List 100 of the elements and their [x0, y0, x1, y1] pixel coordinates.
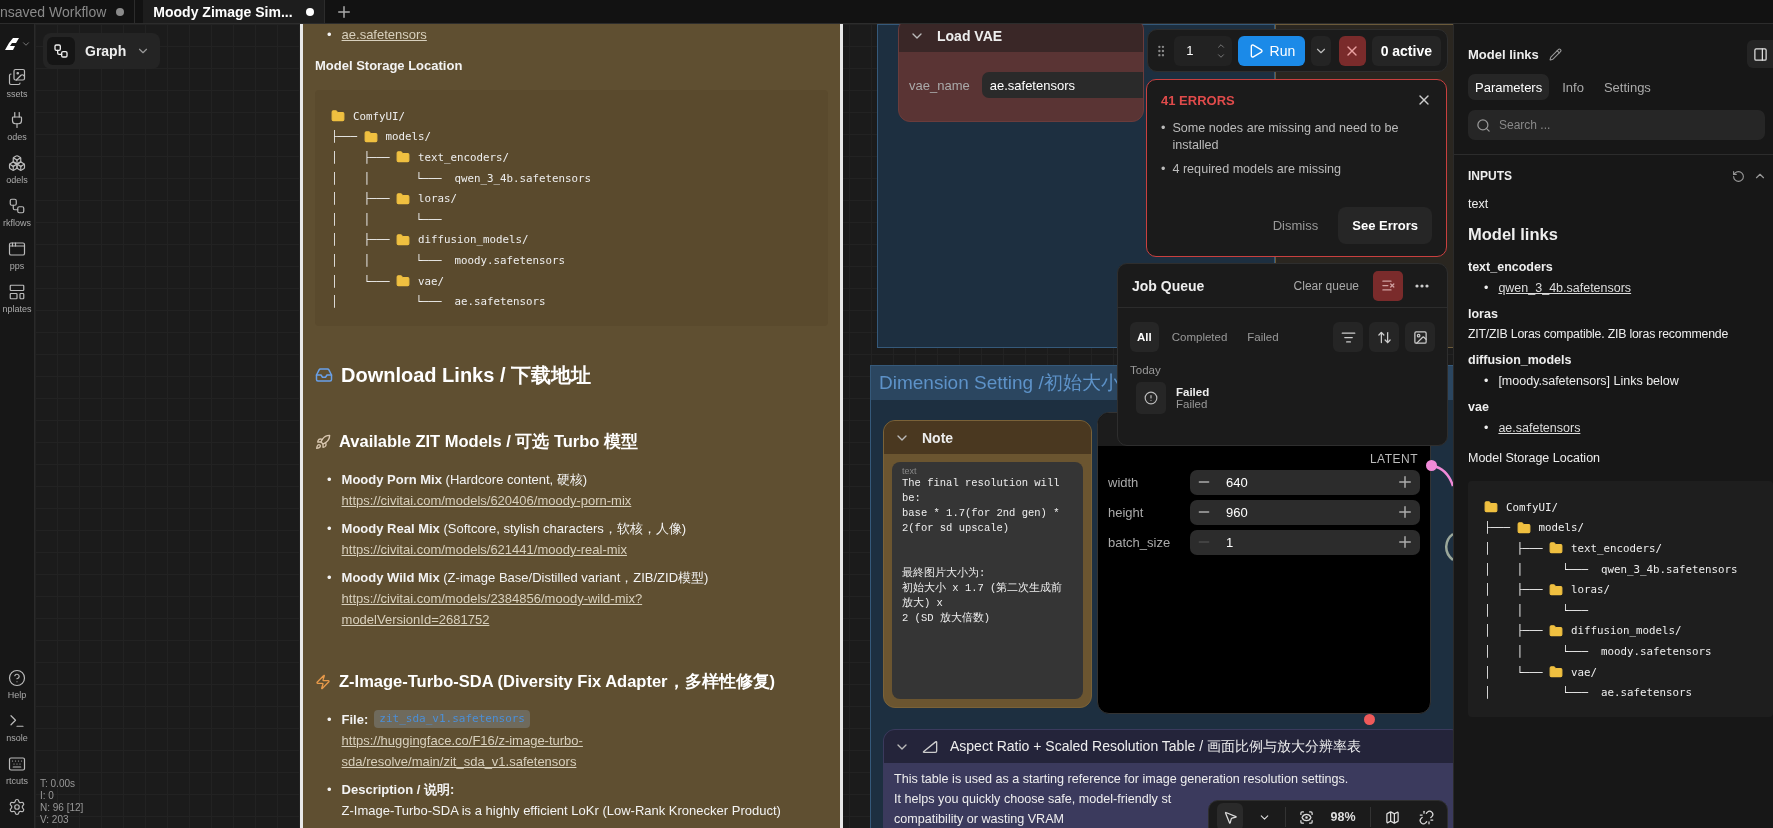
logo-icon[interactable] — [3, 36, 19, 52]
node-title: Load VAE — [937, 27, 1003, 44]
doc-subheading: vae — [1468, 400, 1489, 414]
file-link[interactable]: ae.safetensors — [341, 24, 427, 45]
keyboard-icon — [8, 755, 26, 773]
reset-icon[interactable] — [1732, 169, 1745, 183]
filter-tab[interactable]: All — [1130, 322, 1159, 352]
tree-branch: ├─── — [331, 130, 358, 144]
caret-icon[interactable] — [21, 39, 31, 49]
sidebar-item[interactable]: odels — [0, 148, 35, 191]
inbox-icon — [315, 366, 333, 385]
sidebar-item[interactable]: rkflows — [0, 191, 35, 234]
plus-icon[interactable] — [1396, 473, 1414, 491]
sidebar-item[interactable]: pps — [0, 234, 35, 277]
sidebar-item[interactable]: nsole — [0, 706, 35, 749]
plus-icon[interactable] — [1396, 503, 1414, 521]
file-name: ae.safetensors — [454, 295, 546, 309]
sidebar-item[interactable]: rtcuts — [0, 749, 35, 792]
folder-icon — [1484, 500, 1498, 515]
graph-view-button[interactable]: Graph — [43, 33, 161, 69]
combo-field[interactable]: ae.safetensors — [981, 72, 1143, 98]
download-link[interactable]: https://huggingface.co/F16/z-image-turbo-sda/resolve/main/zit_sda_v1.safetensors — [341, 729, 742, 772]
folder-icon — [1516, 520, 1531, 535]
panel-tab[interactable]: Info — [1555, 74, 1591, 100]
error-title: 41 ERRORS — [1161, 92, 1235, 108]
search-field[interactable]: Search ... — [1468, 110, 1765, 140]
download-link[interactable]: https://civitai.com/models/2384856/moody-wild-mix?modelVersionId=2681752 — [341, 587, 742, 630]
help-icon — [8, 669, 26, 687]
input-slot-dot[interactable] — [1364, 714, 1375, 725]
filter-tab[interactable]: Failed — [1240, 322, 1286, 352]
filter-tab[interactable]: Completed — [1164, 322, 1235, 352]
select-tool-button[interactable] — [1217, 803, 1243, 828]
clear-list-button[interactable] — [1373, 270, 1403, 301]
folder-name: text_encoders/ — [418, 151, 510, 164]
file-link[interactable]: ae.safetensors — [1498, 420, 1581, 437]
list-x-icon — [1380, 278, 1396, 293]
note-node[interactable]: Note text The final resolution will be: base * 1.7(for 2nd gen) * 2(for sd upscale) 最終图片大小为: 初始大小 x 1.7 (第二次生成前放大) x 2 (SD 放大倍数) — [883, 420, 1092, 708]
bullet: • — [1484, 373, 1489, 390]
doc-heading: Model links — [1468, 225, 1558, 244]
download-link[interactable]: https://civitai.com/models/621441/moody-real-mix — [341, 538, 627, 560]
alert-icon — [1136, 382, 1166, 414]
dismiss-button[interactable]: Dismiss — [1266, 217, 1325, 234]
tree-branch: ├─── — [1484, 521, 1511, 535]
stat-line: T: 0.00s — [40, 778, 76, 790]
image-button[interactable] — [1405, 322, 1435, 352]
run-options-button[interactable] — [1311, 35, 1331, 66]
file-link[interactable]: qwen_3_4b.safetensors — [1498, 280, 1632, 297]
file-name: qwen_3_4b.safetensors — [454, 171, 592, 185]
settings-icon — [8, 798, 26, 816]
number-field[interactable]: 640 — [1190, 469, 1420, 495]
number-field[interactable]: 1 — [1190, 529, 1420, 555]
doc-subheading: diffusion_models — [1468, 353, 1572, 367]
active-jobs-button[interactable]: 0 active — [1371, 35, 1441, 66]
tree-branch: │ └─── — [331, 295, 443, 309]
load-vae-node[interactable]: Load VAE vae_name ae.safetensors — [898, 24, 1144, 122]
workflow-tab[interactable]: nsaved Workflow — [0, 0, 136, 23]
job-status: Failed — [1176, 398, 1208, 410]
note-text-field[interactable]: text The final resolution will be: base * 1.7(for 2nd gen) * 2(for sd upscale) 最終图片大小为: 初始大小 x 1.7 (第二次生成前放大) x 2 (SD 放大倍数) — [892, 462, 1083, 699]
zoom-button[interactable]: 98% — [1327, 803, 1363, 828]
sidebar-item[interactable]: odes — [0, 105, 35, 148]
model-description: Moody Real Mix (Softcore, stylish characters，软核，人像) — [341, 519, 687, 538]
run-button[interactable]: Run — [1237, 35, 1306, 66]
field-label: text — [1468, 197, 1489, 211]
cancel-button[interactable] — [1338, 35, 1366, 66]
doc-text: [moody.safetensors] Links below — [1498, 373, 1679, 390]
sidebar-item[interactable]: nplates — [0, 277, 35, 320]
terminal-icon — [8, 712, 26, 730]
pointer-icon — [1222, 809, 1238, 825]
file-name: moody.safetensors — [1601, 644, 1712, 658]
images-icon — [8, 68, 26, 86]
sidebar-item[interactable]: Help — [0, 663, 35, 706]
folder-icon — [396, 274, 410, 289]
job-title[interactable]: Failed — [1176, 386, 1210, 398]
output-label: LATENT — [1369, 452, 1418, 466]
number-field[interactable]: 960 — [1190, 499, 1420, 525]
folder-icon — [1549, 623, 1563, 638]
sidebar-item[interactable]: ssets — [0, 62, 35, 105]
panel-tab[interactable]: Parameters — [1468, 74, 1550, 100]
see-errors-button[interactable]: See Errors — [1338, 207, 1432, 244]
edit-icon[interactable] — [1548, 47, 1562, 61]
tree-branch: │ │ └─── — [331, 212, 442, 226]
section-heading: Z-Image-Turbo-SDA (Diversity Fix Adapter，多样性修复) — [339, 670, 775, 692]
bullet: • — [327, 710, 332, 729]
folder-name: text_encoders/ — [1571, 542, 1663, 555]
download-link[interactable]: https://civitai.com/models/620406/moody-porn-mix — [341, 489, 632, 511]
filter-button[interactable] — [1333, 322, 1363, 352]
output-slot-dot[interactable] — [1426, 460, 1437, 471]
workflow-tab[interactable]: Moody Zimage Sim... — [143, 0, 326, 23]
doc-subheading: loras — [1468, 307, 1498, 321]
tree-branch: │ └─── — [1484, 686, 1589, 700]
plus-icon[interactable] — [1396, 533, 1414, 551]
panel-toggle-button[interactable] — [1747, 40, 1773, 68]
panel-tab[interactable]: Settings — [1596, 74, 1658, 100]
clear-queue-button[interactable]: Clear queue — [1287, 277, 1365, 294]
sort-button[interactable] — [1369, 322, 1399, 352]
section-heading: Download Links / 下载地址 — [341, 362, 591, 388]
batch-count-field[interactable]: 1 — [1174, 35, 1232, 66]
tree-branch: │ ├─── — [1484, 542, 1544, 555]
folder-name: vae/ — [418, 274, 445, 288]
layout-icon — [8, 283, 26, 301]
